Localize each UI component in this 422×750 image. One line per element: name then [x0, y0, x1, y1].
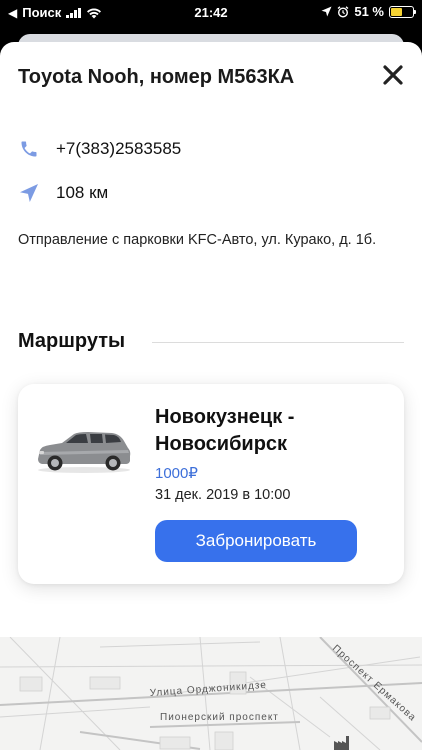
battery-percent: 51 % — [354, 4, 384, 19]
phone-row[interactable]: +7(383)2583585 — [18, 138, 181, 160]
route-card[interactable]: Новокузнецк - Новосибирск 1000₽ 31 дек. … — [18, 384, 404, 584]
route-price: 1000₽ — [155, 465, 198, 482]
vehicle-detail-sheet: Toyota Nooh, номер М563КА +7(383)2583585… — [0, 42, 422, 637]
route-name: Новокузнецк - Новосибирск — [155, 406, 295, 455]
status-bar: ◀ Поиск 21:42 51 % — [0, 0, 422, 26]
status-right: 51 % — [321, 4, 416, 19]
map-canvas: Улица Орджоникидзе Пионерский проспект П… — [0, 637, 422, 750]
section-divider — [152, 342, 404, 343]
book-button[interactable]: Забронировать — [155, 520, 357, 562]
navigation-arrow-icon — [18, 182, 40, 204]
alarm-icon — [337, 5, 349, 18]
route-datetime: 31 дек. 2019 в 10:00 — [155, 487, 291, 503]
battery-fill — [391, 7, 402, 16]
phone-icon — [18, 138, 40, 160]
location-arrow-icon — [321, 6, 332, 17]
street-label-ordzhonikidze: Улица Орджоникидзе — [149, 680, 267, 699]
factory-icon — [334, 736, 349, 750]
distance-value: 108 км — [56, 183, 109, 202]
routes-section-title: Маршруты — [18, 330, 126, 352]
battery-icon — [389, 5, 416, 18]
close-icon[interactable] — [380, 62, 406, 88]
departure-address: Отправление с парковки KFC-Авто, ул. Кур… — [18, 232, 377, 248]
map-view[interactable]: Улица Орджоникидзе Пионерский проспект П… — [0, 637, 422, 750]
page-title: Toyota Nooh, номер М563КА — [18, 66, 295, 88]
phone-number[interactable]: +7(383)2583585 — [56, 139, 181, 159]
car-image — [38, 432, 131, 473]
street-label-pionersky: Пионерский проспект — [160, 712, 279, 723]
distance-row: 108 км — [18, 182, 108, 204]
